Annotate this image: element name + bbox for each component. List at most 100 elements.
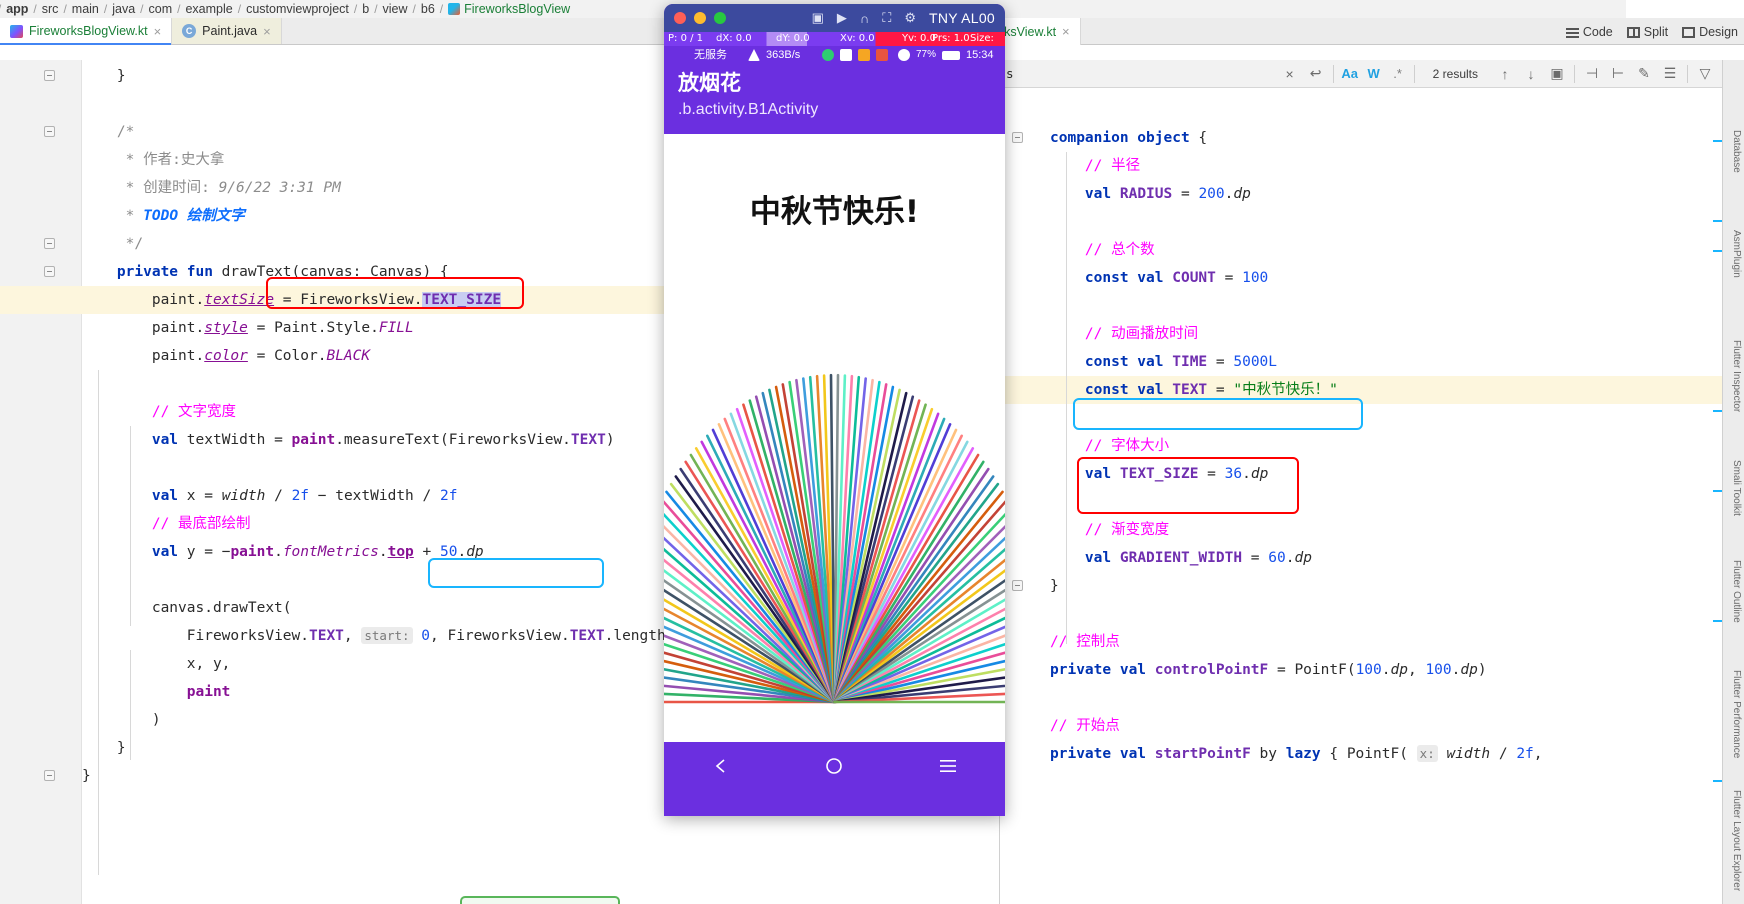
- fold-toggle-icon[interactable]: [44, 770, 56, 782]
- tool-window-flutter-performance[interactable]: Flutter Performance: [1731, 670, 1742, 758]
- breadcrumb-item-com[interactable]: com: [147, 2, 175, 16]
- code-line[interactable]: // 渐变宽度: [1050, 516, 1169, 544]
- settings-icon[interactable]: ⚙: [904, 10, 916, 26]
- tab-paint-java[interactable]: C Paint.java ×: [172, 18, 282, 44]
- view-mode-code[interactable]: Code: [1565, 25, 1613, 39]
- code-line[interactable]: val y = −paint.fontMetrics.top + 50.dp: [82, 538, 484, 566]
- breadcrumb-item-src[interactable]: src: [40, 2, 61, 16]
- code-line[interactable]: val GRADIENT_WIDTH = 60.dp: [1050, 544, 1312, 572]
- code-line[interactable]: // 最底部绘制: [82, 510, 251, 538]
- app-canvas[interactable]: 中秋节快乐!: [664, 134, 1005, 790]
- maximize-window-button[interactable]: [714, 12, 726, 24]
- code-line[interactable]: x, y,: [82, 650, 231, 678]
- code-line[interactable]: private fun drawText(canvas: Canvas) {: [82, 258, 449, 286]
- scrollbar-mark[interactable]: [1713, 490, 1722, 492]
- reset-search-icon[interactable]: ↩: [1303, 61, 1329, 87]
- android-nav-bar[interactable]: [664, 742, 1005, 790]
- code-line[interactable]: }: [1050, 572, 1059, 600]
- code-line[interactable]: // 开始点: [1050, 712, 1120, 740]
- code-line[interactable]: paint.color = Color.BLACK: [82, 342, 370, 370]
- whole-words-toggle[interactable]: W: [1362, 62, 1386, 86]
- code-line[interactable]: // 控制点: [1050, 628, 1120, 656]
- nav-recents-button[interactable]: [931, 749, 965, 783]
- scrollbar-mark[interactable]: [1713, 140, 1722, 142]
- code-line[interactable]: const val TEXT = "中秋节快乐！": [1050, 376, 1338, 404]
- code-line[interactable]: const val TIME = 5000L: [1050, 348, 1277, 376]
- code-line[interactable]: ): [82, 706, 161, 734]
- fold-toggle-icon[interactable]: [1012, 132, 1024, 144]
- code-line[interactable]: // 字体大小: [1050, 432, 1169, 460]
- code-line[interactable]: }: [82, 762, 91, 790]
- scrollbar-mark[interactable]: [1713, 220, 1722, 222]
- align-icon[interactable]: ☰: [1657, 61, 1683, 87]
- fold-toggle-icon[interactable]: [44, 266, 56, 278]
- code-line[interactable]: paint.style = Paint.Style.FILL: [82, 314, 414, 342]
- fold-toggle-icon[interactable]: [44, 238, 56, 250]
- code-line[interactable]: canvas.drawText(: [82, 594, 292, 622]
- next-match-button[interactable]: ↓: [1518, 61, 1544, 87]
- fold-toggle-icon[interactable]: [1012, 580, 1024, 592]
- code-line[interactable]: }: [82, 734, 126, 762]
- breadcrumb-item-java[interactable]: java: [110, 2, 137, 16]
- view-mode-design[interactable]: Design: [1682, 25, 1738, 39]
- code-line[interactable]: val textWidth = paint.measureText(Firewo…: [82, 426, 615, 454]
- close-icon[interactable]: ×: [154, 24, 162, 39]
- tab-fireworksblogview-kt[interactable]: FireworksBlogView.kt ×: [0, 18, 173, 45]
- code-line[interactable]: val x = width / 2f − textWidth / 2f: [82, 482, 458, 510]
- previous-match-button[interactable]: ↑: [1492, 61, 1518, 87]
- close-icon[interactable]: ×: [1062, 24, 1070, 39]
- match-case-toggle[interactable]: Aa: [1338, 62, 1362, 86]
- fullscreen-icon[interactable]: ⛶: [882, 10, 891, 26]
- code-line[interactable]: val RADIUS = 200.dp: [1050, 180, 1251, 208]
- code-line[interactable]: * 作者:史大拿: [82, 146, 225, 174]
- search-input[interactable]: [1000, 63, 1277, 84]
- breadcrumb-item-b[interactable]: b: [360, 2, 371, 16]
- code-line[interactable]: */: [82, 230, 143, 258]
- code-line[interactable]: const val COUNT = 100: [1050, 264, 1268, 292]
- breadcrumb-item-b6[interactable]: b6: [419, 2, 437, 16]
- tool-window-flutter-layout-explorer[interactable]: Flutter Layout Explorer: [1731, 790, 1742, 891]
- clear-search-icon[interactable]: ×: [1277, 61, 1303, 87]
- code-line[interactable]: val TEXT_SIZE = 36.dp: [1050, 460, 1268, 488]
- minimize-window-button[interactable]: [694, 12, 706, 24]
- emulator-title-bar[interactable]: ▣ ▶ ∩ ⛶ ⚙ TNY AL00: [664, 4, 1005, 32]
- code-line[interactable]: // 动画播放时间: [1050, 320, 1198, 348]
- code-line[interactable]: private val startPointF by lazy { PointF…: [1050, 740, 1543, 768]
- breadcrumb-item-example[interactable]: example: [183, 2, 234, 16]
- screenshot-icon[interactable]: ▣: [812, 10, 824, 26]
- tool-window-flutter-outline[interactable]: Flutter Outline: [1731, 560, 1742, 623]
- code-line[interactable]: // 文字宽度: [82, 398, 236, 426]
- breadcrumb-item-view[interactable]: view: [381, 2, 410, 16]
- tool-window-asmplugin[interactable]: AsmPlugin: [1731, 230, 1742, 278]
- tool-window-flutter-inspector[interactable]: Flutter Inspector: [1731, 340, 1742, 412]
- right-tool-window-strip[interactable]: Database AsmPlugin Flutter Inspector Smali …: [1722, 60, 1744, 904]
- breadcrumb-item-fireworksblogview[interactable]: FireworksBlogView: [446, 2, 572, 16]
- add-line-icon[interactable]: ⊣: [1579, 61, 1605, 87]
- scrollbar-mark[interactable]: [1713, 250, 1722, 252]
- select-all-matches-button[interactable]: ▣: [1544, 61, 1570, 87]
- code-line[interactable]: private val controlPointF = PointF(100.d…: [1050, 656, 1487, 684]
- window-controls[interactable]: [674, 12, 726, 24]
- close-icon[interactable]: ×: [263, 24, 271, 39]
- code-line[interactable]: * 创建时间: 9/6/22 3:31 PM: [82, 174, 341, 202]
- emulator-toolbar[interactable]: ▣ ▶ ∩ ⛶ ⚙ TNY AL00: [812, 10, 995, 26]
- regex-toggle[interactable]: .*: [1386, 62, 1410, 86]
- code-line[interactable]: paint.textSize = FireworksView.TEXT_SIZE: [82, 286, 502, 314]
- fold-toggle-icon[interactable]: [44, 126, 56, 138]
- view-mode-split[interactable]: Split: [1626, 25, 1668, 39]
- tool-window-database[interactable]: Database: [1731, 130, 1742, 173]
- fold-toggle-icon[interactable]: [44, 70, 56, 82]
- close-window-button[interactable]: [674, 12, 686, 24]
- edit-icon[interactable]: ✎: [1631, 61, 1657, 87]
- remove-line-icon[interactable]: ⊢: [1605, 61, 1631, 87]
- scrollbar-mark[interactable]: [1713, 410, 1722, 412]
- editor-right-pane[interactable]: companion object { // 半径 val RADIUS = 20…: [1000, 88, 1744, 904]
- breadcrumb-item-main[interactable]: main: [70, 2, 101, 16]
- code-line[interactable]: * TODO 绘制文字: [82, 202, 245, 230]
- scrollbar-mark[interactable]: [1713, 620, 1722, 622]
- code-line[interactable]: // 半径: [1050, 152, 1140, 180]
- code-line[interactable]: }: [82, 62, 126, 90]
- scrollbar-mark[interactable]: [1713, 780, 1722, 782]
- code-line[interactable]: FireworksView.TEXT, start: 0, FireworksV…: [82, 622, 674, 650]
- nav-home-button[interactable]: [817, 749, 851, 783]
